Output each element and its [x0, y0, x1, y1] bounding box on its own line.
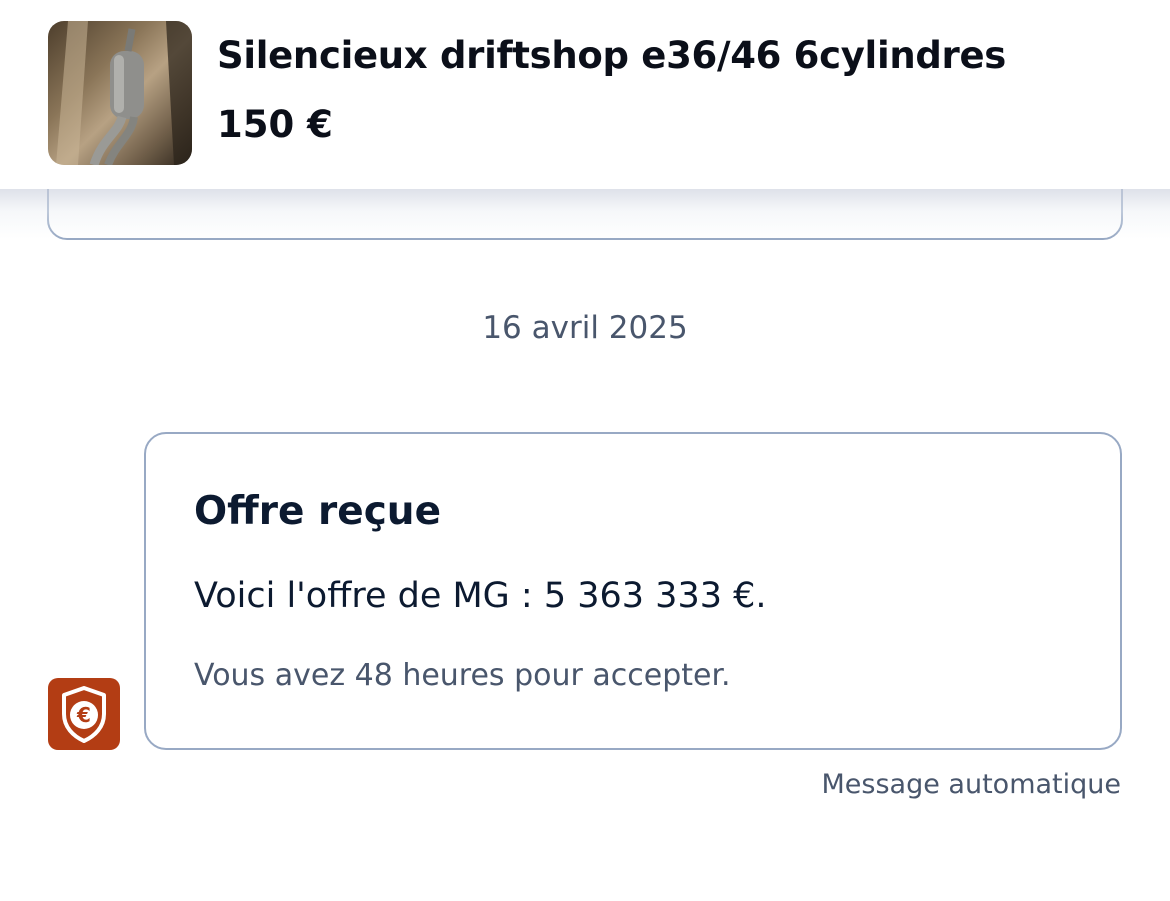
offer-message-card: Offre reçue Voici l'offre de MG : 5 363 … — [144, 432, 1122, 750]
listing-price: 150 € — [217, 103, 333, 146]
header-shadow — [0, 189, 1170, 239]
euro-shield-icon: € — [48, 678, 120, 750]
listing-thumbnail[interactable] — [48, 21, 192, 165]
offer-text: Voici l'offre de MG : 5 363 333 €. — [194, 576, 767, 616]
automatic-message-label: Message automatique — [821, 769, 1121, 800]
svg-text:€: € — [76, 703, 91, 727]
listing-title: Silencieux driftshop e36/46 6cylindres — [217, 34, 1007, 77]
offer-deadline-text: Vous avez 48 heures pour accepter. — [194, 658, 731, 693]
listing-header[interactable]: Silencieux driftshop e36/46 6cylindres 1… — [0, 0, 1170, 189]
offer-title: Offre reçue — [194, 489, 442, 534]
date-separator: 16 avril 2025 — [482, 310, 688, 346]
